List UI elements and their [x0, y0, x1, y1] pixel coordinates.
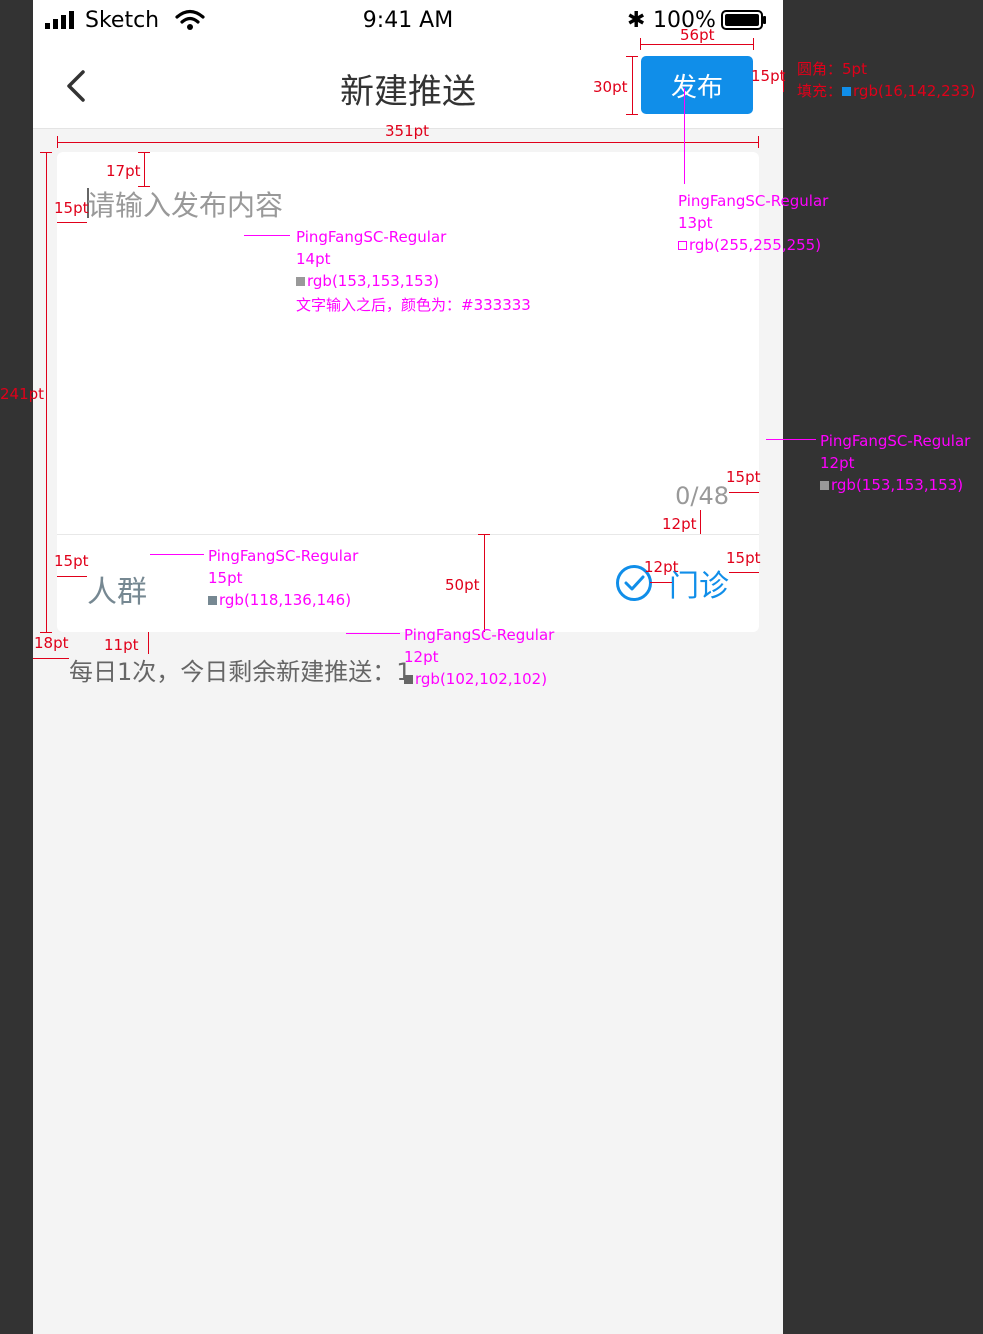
color-swatch [842, 87, 852, 96]
dim-tick [626, 114, 638, 115]
dim-label: 12pt [644, 558, 679, 576]
dim-line [148, 632, 149, 654]
dim-tick [758, 136, 759, 148]
dim-label: 15pt [726, 549, 761, 567]
dim-label: 56pt [680, 26, 715, 44]
spec-size: 12pt [404, 648, 439, 666]
spec-color: rgb(118,136,146) [208, 591, 351, 609]
spec-font: PingFangSC-Regular [404, 626, 555, 644]
spec-color-text: rgb(118,136,146) [219, 591, 352, 609]
spec-size: 14pt [296, 250, 331, 268]
content-textarea[interactable]: 请输入发布内容 0/48 [57, 152, 759, 535]
color-swatch [820, 481, 829, 490]
spec-color-text: rgb(153,153,153) [307, 272, 440, 290]
leader-line [244, 235, 290, 236]
spec-size: 13pt [678, 214, 713, 232]
quota-text: 每日1次，今日剩余新建推送：1 [69, 658, 412, 686]
dim-tick [478, 534, 490, 535]
dim-label: 50pt [445, 576, 480, 594]
dim-line [700, 510, 701, 534]
color-swatch [296, 277, 305, 286]
leader-line [150, 554, 204, 555]
status-bar: Sketch 9:41 AM ✱ 100% [33, 0, 783, 44]
dim-line [729, 492, 759, 493]
battery-icon [721, 10, 766, 30]
nav-bar: 新建推送 发布 [33, 44, 783, 129]
dim-label: 15pt [726, 468, 761, 486]
spec-size: 12pt [820, 454, 855, 472]
char-counter: 0/48 [675, 482, 729, 510]
dim-line [729, 572, 759, 573]
dim-tick [40, 632, 52, 633]
dim-label: 30pt [593, 78, 628, 96]
fill-label: 填充： rgb(16,142,233) [797, 80, 976, 101]
dim-line [57, 576, 87, 577]
dim-tick [640, 38, 641, 50]
dim-label: 351pt [385, 122, 430, 140]
dim-label: 15pt [751, 67, 786, 85]
fill-prefix: 填充： [797, 82, 843, 100]
dim-line [57, 222, 87, 223]
dim-label: 11pt [104, 636, 139, 654]
dim-label: 15pt [54, 552, 89, 570]
spec-color: rgb(255,255,255) [678, 236, 821, 254]
content-placeholder: 请输入发布内容 [87, 189, 284, 222]
spec-size: 15pt [208, 569, 243, 587]
dim-label: 17pt [106, 162, 141, 180]
dim-label: 241pt [0, 385, 45, 403]
dim-line [650, 582, 672, 583]
leader-line [766, 439, 816, 440]
color-swatch [404, 675, 413, 684]
phone-screen: Sketch 9:41 AM ✱ 100% 新建推送 发布 请输入发布内容 0/… [33, 0, 783, 1334]
dim-line [57, 142, 759, 143]
audience-row: 人群 门诊 [57, 535, 759, 632]
dim-line [640, 44, 754, 45]
dim-line [484, 534, 485, 632]
dim-tick [138, 152, 150, 153]
dim-label: 12pt [662, 515, 697, 533]
dim-tick [57, 136, 58, 148]
dim-line [144, 152, 145, 186]
spec-note: 文字输入之后，颜色为：#333333 [296, 296, 531, 314]
dim-label: 15pt [54, 199, 89, 217]
leader-line [346, 633, 400, 634]
spec-color: rgb(102,102,102) [404, 670, 547, 688]
dim-tick [40, 152, 52, 153]
spec-font: PingFangSC-Regular [208, 547, 359, 565]
spec-font: PingFangSC-Regular [296, 228, 447, 246]
dim-tick [626, 56, 638, 57]
fill-rgb: rgb(16,142,233) [853, 82, 976, 100]
color-swatch [678, 241, 687, 250]
spec-color-text: rgb(255,255,255) [689, 236, 822, 254]
bluetooth-icon: ✱ [627, 8, 646, 33]
dim-line [33, 658, 69, 659]
spec-color-text: rgb(153,153,153) [831, 476, 964, 494]
dim-tick [753, 38, 754, 50]
spec-color: rgb(153,153,153) [296, 272, 439, 290]
spec-color-text: rgb(102,102,102) [415, 670, 548, 688]
spec-color: rgb(153,153,153) [820, 476, 963, 494]
leader-line [684, 88, 685, 184]
color-swatch [208, 596, 217, 605]
spec-font: PingFangSC-Regular [820, 432, 971, 450]
dim-line [632, 56, 633, 114]
dim-label: 18pt [34, 634, 69, 652]
spec-font: PingFangSC-Regular [678, 192, 829, 210]
dim-line [46, 152, 47, 632]
crowd-label: 人群 [87, 575, 147, 610]
radius-label: 圆角：5pt [797, 60, 867, 78]
publish-button[interactable]: 发布 [641, 56, 753, 114]
dim-tick [138, 186, 150, 187]
